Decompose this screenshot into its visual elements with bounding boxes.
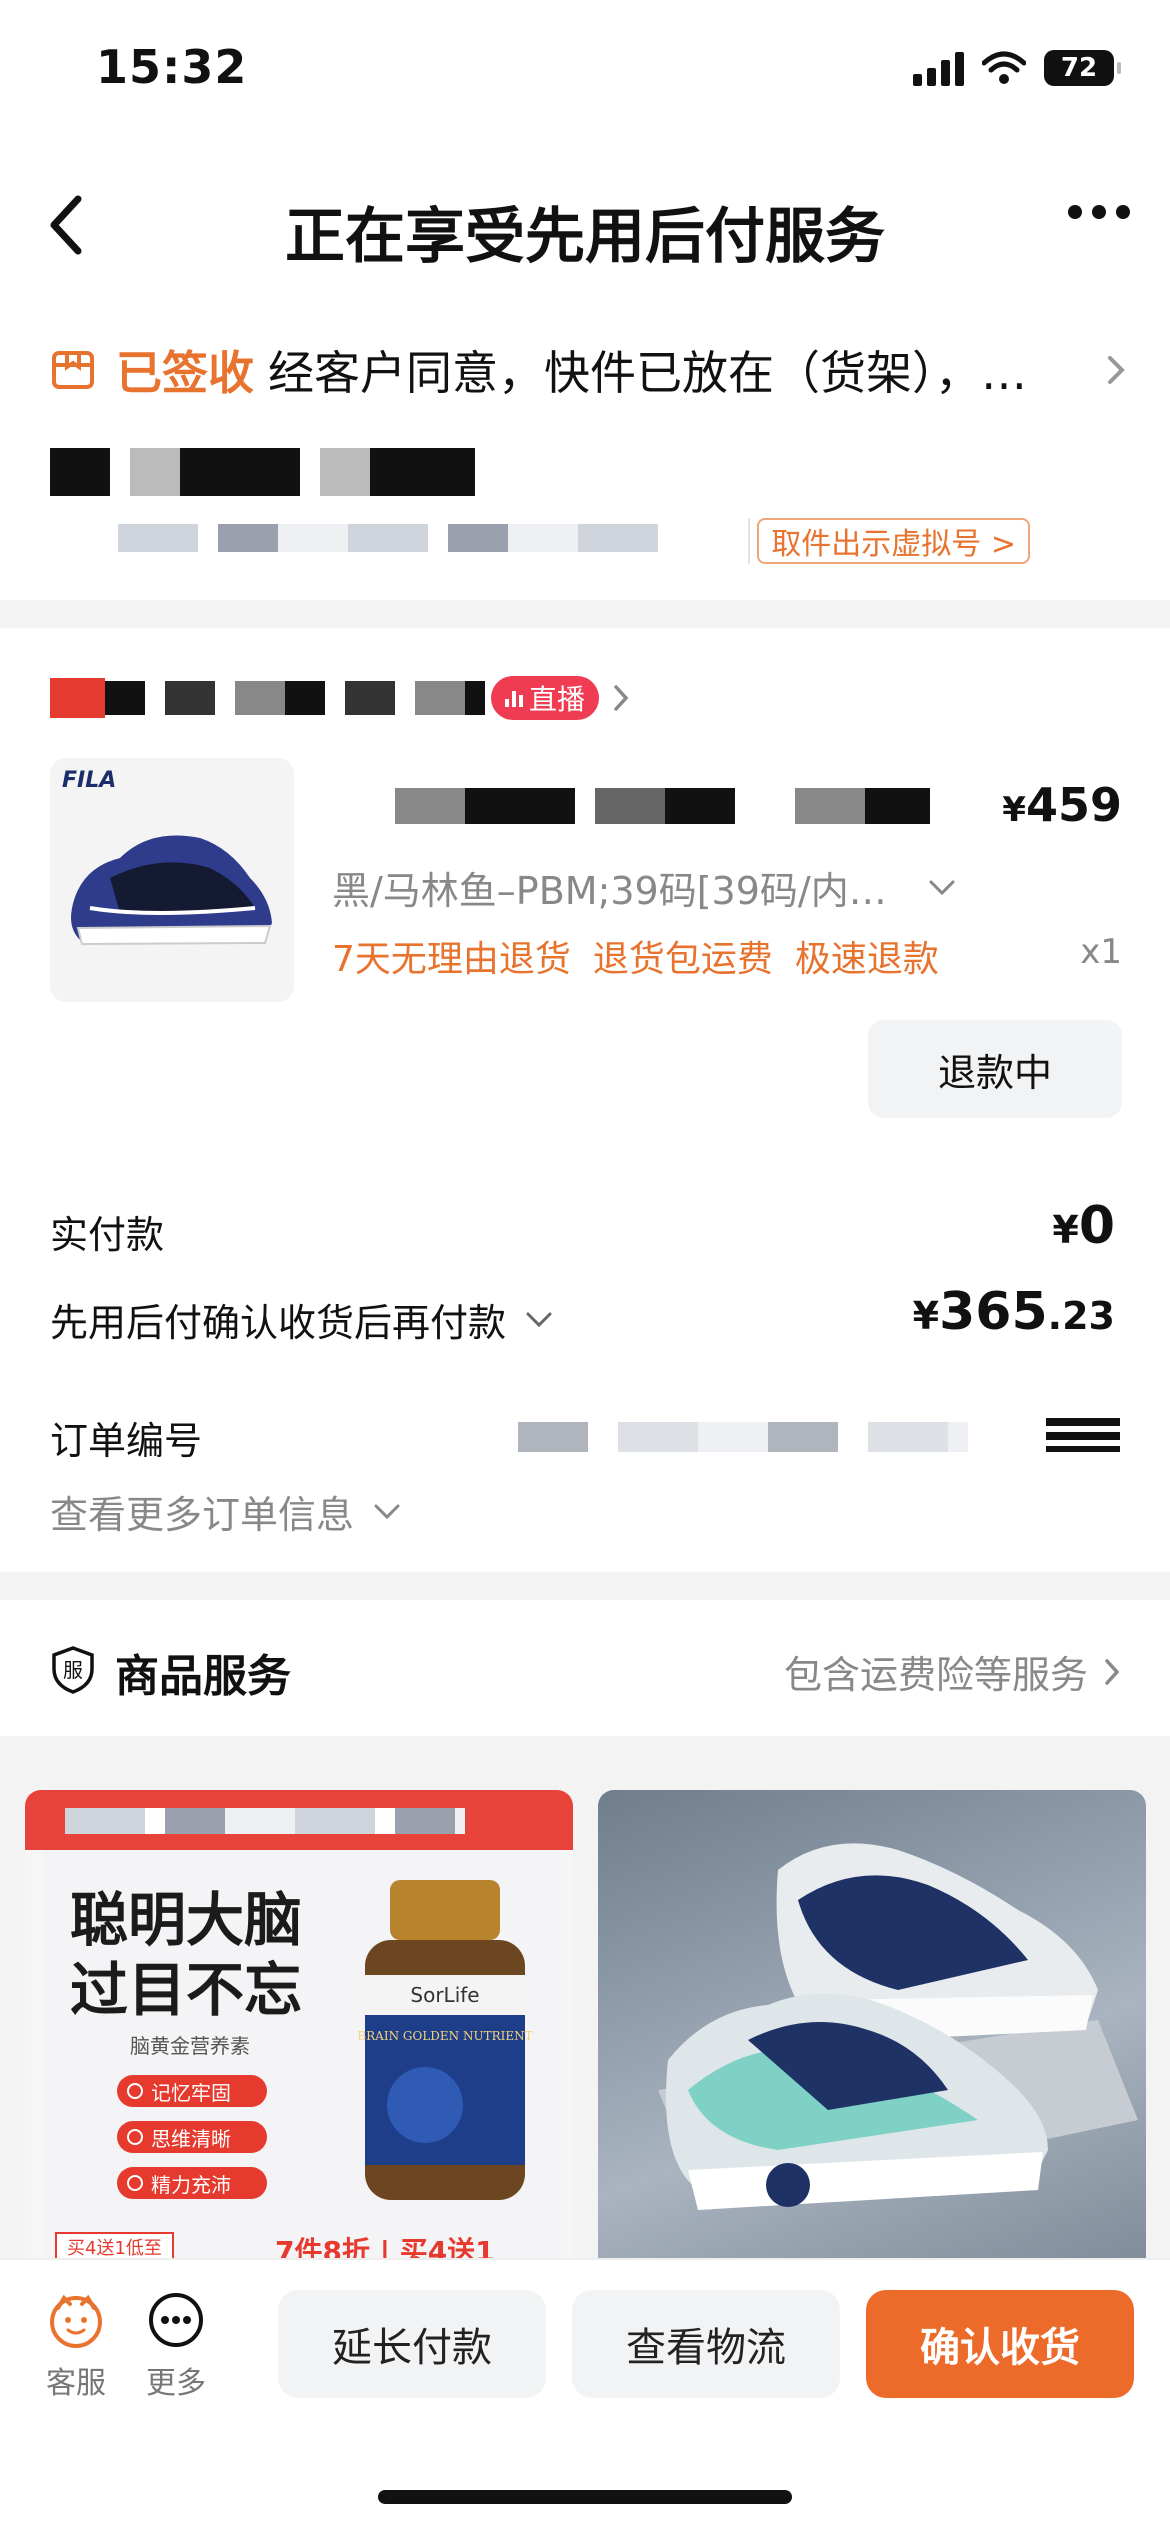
chevron-right-icon: [614, 685, 629, 711]
more-order-info[interactable]: 查看更多订单信息: [50, 1484, 402, 1539]
ad-benefit-pill: 记忆牢固: [117, 2075, 267, 2107]
ad-benefits: 记忆牢固 思维清晰 精力充沛: [117, 2075, 267, 2199]
service-shield-icon: 服: [52, 1646, 94, 1694]
customer-service-label: 客服: [46, 2366, 106, 2401]
svg-text:SorLife: SorLife: [410, 1983, 479, 2007]
ad-subtitle: 脑黄金营养素: [130, 2034, 250, 2058]
more-button[interactable]: 更多: [136, 2290, 216, 2402]
service-card[interactable]: 服 商品服务 包含运费险等服务: [0, 1600, 1170, 1736]
ad-benefit-pill: 思维清晰: [117, 2121, 267, 2153]
product-tags: 7天无理由退货 退货包运费 极速退款: [332, 930, 939, 982]
product-sku[interactable]: 黑/马林鱼–PBM;39码[39码/内…: [332, 860, 957, 915]
chevron-right-icon: [1108, 356, 1125, 384]
view-logistics-button[interactable]: 查看物流: [572, 2290, 840, 2398]
more-options-icon[interactable]: [1068, 205, 1130, 219]
redacted-order-number: [518, 1422, 968, 1452]
service-more-link[interactable]: 包含运费险等服务: [784, 1644, 1122, 1699]
kids-sneakers-image: [658, 1843, 1138, 2210]
refund-status-button[interactable]: 退款中: [868, 1020, 1122, 1118]
status-icons: 72: [913, 50, 1121, 86]
battery-icon: 72: [1044, 50, 1121, 86]
chevron-down-icon: [526, 1312, 552, 1327]
svg-text:服: 服: [63, 1658, 83, 1682]
store-row[interactable]: 直播: [50, 673, 631, 723]
store-logo: [50, 678, 105, 718]
order-number-label: 订单编号: [50, 1419, 203, 1463]
ad-benefit-pill: 精力充沛: [117, 2167, 267, 2199]
more-label: 更多: [146, 2366, 206, 2401]
more-dots-icon: [149, 2293, 203, 2347]
service-title: 商品服务: [115, 1651, 291, 1702]
redacted-copy: [1046, 1418, 1120, 1452]
status-bar: 15:32 72: [0, 0, 1170, 150]
product-price: ¥459: [1002, 778, 1122, 832]
logistics-status-row[interactable]: 已签收 经客户同意，快件已放在（货架），…: [50, 340, 1130, 400]
tag-fast-refund: 极速退款: [794, 939, 939, 980]
tag-free-return-shipping: 退货包运费: [592, 939, 773, 980]
live-bars-icon: [505, 689, 523, 707]
bnpl-row[interactable]: 先用后付确认收货后再付款: [50, 1292, 554, 1347]
ad-headline: 聪明大脑 过目不忘: [70, 1886, 303, 2024]
chevron-down-icon: [929, 880, 955, 895]
wifi-icon: [982, 51, 1026, 84]
redacted-product-title: [335, 788, 930, 824]
order-card: 直播 FILA ¥459 黑/马林鱼–PBM;39码[39码/内… 7天无理由退…: [0, 628, 1170, 1572]
page-title: 正在享受先用后付服务: [285, 202, 885, 272]
redacted-address: [50, 448, 475, 496]
delivery-status: 已签收: [116, 346, 254, 400]
tag-7day-return: 7天无理由退货: [332, 939, 571, 980]
chevron-right-icon: [1105, 1658, 1120, 1685]
more-order-info-label: 查看更多订单信息: [50, 1493, 355, 1537]
product-quantity: x1: [1080, 932, 1122, 972]
paid-amount: ¥0: [1052, 1196, 1115, 1256]
live-label: 直播: [529, 683, 586, 716]
service-more-label: 包含运费险等服务: [783, 1653, 1088, 1697]
recommendation-card-sneakers[interactable]: [598, 1790, 1146, 2270]
cellular-signal-icon: [913, 50, 964, 86]
redacted-banner-text: [65, 1808, 465, 1834]
sku-text: 黑/马林鱼–PBM;39码[39码/内…: [332, 869, 887, 913]
redacted-contact: [118, 524, 668, 552]
product-brand: FILA: [62, 768, 117, 793]
show-virtual-number-button[interactable]: 取件出示虚拟号 >: [757, 518, 1030, 564]
paid-label: 实付款: [50, 1213, 165, 1257]
customer-service-icon: [50, 2294, 102, 2348]
confirm-receipt-button[interactable]: 确认收货: [866, 2290, 1134, 2398]
svg-text:BRAIN GOLDEN NUTRIENT: BRAIN GOLDEN NUTRIENT: [357, 2029, 532, 2043]
logistics-message: 经客户同意，快件已放在（货架），…: [268, 346, 1027, 400]
customer-service-button[interactable]: 客服: [36, 2290, 116, 2402]
product-image[interactable]: FILA: [50, 758, 294, 1002]
recommendation-card-supplement[interactable]: 聪明大脑 过目不忘 脑黄金营养素 记忆牢固 思维清晰 精力充沛 SorLife …: [25, 1790, 573, 2270]
redacted-store-name: [105, 681, 485, 715]
live-badge[interactable]: 直播: [491, 676, 600, 720]
divider: [748, 518, 750, 564]
supplement-bottle-image: SorLife BRAIN GOLDEN NUTRIENT: [357, 1880, 533, 2200]
nav-bar: 正在享受先用后付服务: [0, 150, 1170, 300]
bnpl-amount: ¥365.23: [912, 1282, 1115, 1342]
sneaker-image: [71, 835, 272, 946]
extend-payment-button[interactable]: 延长付款: [278, 2290, 546, 2398]
chevron-down-icon: [374, 1504, 400, 1519]
package-icon: [52, 351, 94, 389]
bnpl-label: 先用后付确认收货后再付款: [50, 1301, 507, 1345]
status-time: 15:32: [96, 40, 248, 94]
home-indicator[interactable]: [378, 2490, 792, 2504]
